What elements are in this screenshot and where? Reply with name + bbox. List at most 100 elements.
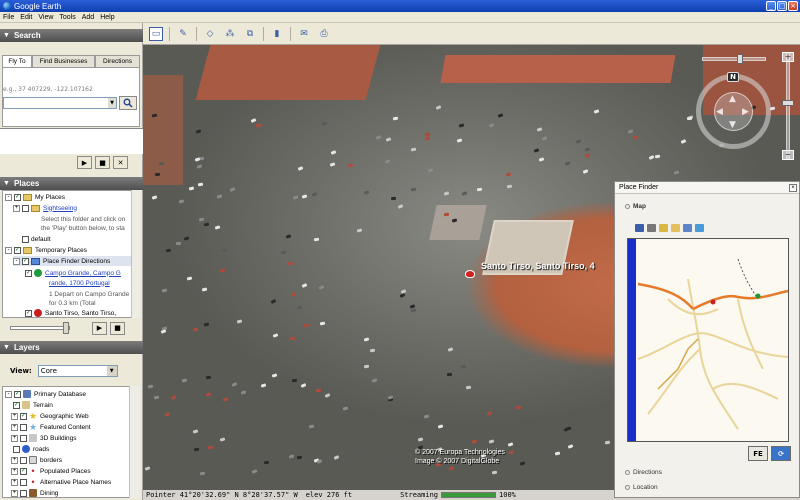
expand-icon[interactable]: + [11, 467, 18, 475]
tree-link[interactable]: Sightseeing [43, 205, 77, 212]
search-results[interactable] [0, 128, 143, 154]
tab-find-businesses[interactable]: Find Businesses [32, 55, 95, 67]
minimize-button[interactable]: _ [766, 1, 776, 11]
expand-icon[interactable]: + [11, 456, 18, 464]
checkbox[interactable]: ✓ [25, 309, 32, 317]
menu-file[interactable]: File [3, 14, 14, 21]
expand-icon[interactable]: + [11, 478, 18, 486]
expand-icon[interactable]: + [11, 412, 18, 420]
expand-icon[interactable]: - [5, 390, 12, 398]
expand-icon[interactable]: + [11, 489, 18, 497]
layer-row[interactable]: + borders [5, 455, 62, 465]
layer-row[interactable]: roads [13, 444, 49, 454]
layer-row[interactable]: + 3D Buildings [5, 433, 77, 443]
tab-directions[interactable]: Directions [95, 55, 140, 67]
stop-button[interactable]: ■ [95, 156, 110, 169]
checkbox[interactable] [22, 235, 29, 243]
checkbox[interactable]: ✓ [25, 269, 32, 277]
checkbox[interactable] [20, 434, 27, 442]
checkbox[interactable]: ✓ [22, 257, 29, 265]
menu-add[interactable]: Add [82, 14, 94, 21]
maximize-button[interactable]: □ [777, 1, 787, 11]
expand-icon[interactable]: + [13, 204, 20, 212]
directions-section-header[interactable]: Directions [625, 469, 662, 476]
checkbox[interactable]: ✓ [20, 412, 27, 420]
tree-row[interactable]: ✓ Campo Grande, Campo G [25, 268, 121, 278]
zoom-slider-thumb[interactable] [782, 100, 794, 106]
checkbox[interactable]: ✓ [14, 246, 21, 254]
fit-icon[interactable] [695, 224, 704, 232]
fe-button[interactable]: FE [748, 446, 768, 461]
send-icon[interactable] [671, 224, 680, 232]
checkbox[interactable] [22, 204, 29, 212]
expand-icon[interactable]: - [5, 193, 12, 201]
zoom-in-button[interactable]: + [782, 52, 794, 62]
print-icon[interactable] [647, 224, 656, 232]
search-header[interactable]: ▼ Search [0, 29, 143, 42]
tab-fly-to[interactable]: Fly To [2, 55, 32, 67]
sidebar-toggle-icon[interactable]: ▭ [149, 26, 163, 41]
checkbox[interactable] [20, 456, 27, 464]
expand-icon[interactable]: + [11, 423, 18, 431]
tree-row[interactable]: default [22, 234, 51, 244]
places-header[interactable]: ▼ Places [0, 177, 143, 190]
checkbox[interactable] [20, 423, 27, 431]
save-icon[interactable] [635, 224, 644, 232]
print-icon[interactable]: ⎙ [317, 27, 331, 41]
ruler-icon[interactable]: ▮ [270, 27, 284, 41]
path-icon[interactable]: ⁂ [223, 27, 237, 41]
placemark-icon[interactable] [465, 270, 475, 278]
layer-row[interactable]: + ✓ ★ Geographic Web [5, 411, 89, 421]
menu-edit[interactable]: Edit [20, 14, 32, 21]
layer-row[interactable]: + ★ Featured Content [5, 422, 91, 432]
arrow-up-icon[interactable]: ▲ [729, 94, 736, 104]
polygon-icon[interactable]: ◇ [203, 27, 217, 41]
tree-row-selected[interactable]: - ✓ Place Finder Directions [13, 256, 135, 266]
expand-icon[interactable]: + [11, 434, 18, 442]
chevron-down-icon[interactable]: ▼ [106, 366, 117, 376]
location-section-header[interactable]: Location [625, 484, 658, 491]
checkbox[interactable] [20, 489, 27, 497]
places-stop-button[interactable]: ■ [110, 321, 125, 335]
checkbox[interactable] [20, 478, 27, 486]
layers-scrollbar[interactable] [129, 386, 140, 498]
expand-icon[interactable]: - [5, 246, 12, 254]
placemark-label[interactable]: Santo Tirso, Santo Tirso, 4 [481, 261, 595, 271]
tree-row[interactable]: ✓ Santo Tirso, Santo Tirso, [25, 308, 116, 317]
layer-row[interactable]: + ✓ • Populated Places [5, 466, 91, 476]
checkbox[interactable]: ✓ [14, 390, 21, 398]
tour-slider[interactable] [10, 322, 70, 334]
folder-icon[interactable] [659, 224, 668, 232]
zoom-slider[interactable] [786, 52, 790, 160]
places-play-button[interactable]: ▶ [92, 321, 107, 335]
place-finder-close-button[interactable]: × [789, 184, 797, 192]
arrow-down-icon[interactable]: ▼ [729, 120, 736, 130]
tour-slider-thumb[interactable] [63, 322, 69, 334]
tree-row[interactable]: - ✓ Temporary Places [5, 245, 87, 255]
copy-icon[interactable] [683, 224, 692, 232]
layer-row[interactable]: + Dining [5, 488, 58, 497]
search-input[interactable] [3, 97, 117, 109]
checkbox[interactable]: ✓ [13, 401, 20, 409]
tree-link[interactable]: rande, 1700 Portugal [49, 280, 110, 287]
arrow-right-icon[interactable]: ▶ [742, 107, 749, 117]
tree-row[interactable]: rande, 1700 Portugal [49, 278, 110, 288]
clear-button[interactable]: ✕ [113, 156, 128, 169]
menu-tools[interactable]: Tools [59, 14, 75, 21]
email-icon[interactable]: ✉ [297, 27, 311, 41]
navigation-control[interactable]: N ▲ ▼ ◀ ▶ [696, 72, 771, 149]
view-select[interactable]: Core ▼ [37, 365, 118, 377]
overlay-icon[interactable]: ⧉ [243, 27, 257, 41]
checkbox[interactable] [13, 445, 20, 453]
menu-view[interactable]: View [38, 14, 53, 21]
map-section-header[interactable]: Map [625, 203, 646, 210]
tree-row[interactable]: + Sightseeing [13, 203, 77, 213]
expand-icon[interactable]: - [13, 257, 20, 265]
layers-header[interactable]: ▼ Layers [0, 341, 143, 354]
play-button[interactable]: ▶ [77, 156, 92, 169]
menu-help[interactable]: Help [100, 14, 114, 21]
tilt-slider-thumb[interactable] [737, 54, 743, 64]
places-scrollbar[interactable] [131, 190, 140, 318]
checkbox[interactable]: ✓ [14, 193, 21, 201]
directions-map[interactable] [627, 238, 789, 442]
